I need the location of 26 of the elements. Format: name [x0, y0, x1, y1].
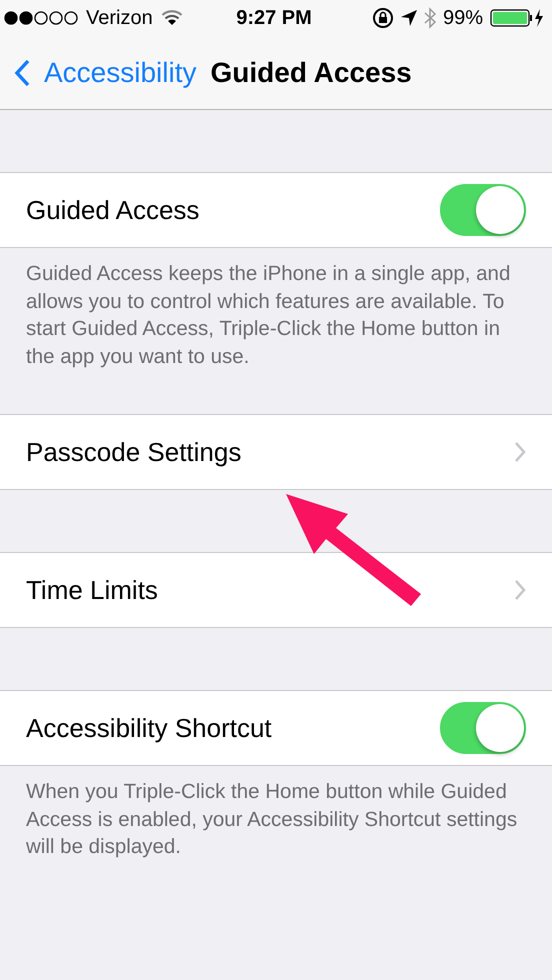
page-title: Guided Access: [210, 56, 412, 88]
battery-charging-icon: [490, 8, 544, 28]
row-label: Time Limits: [26, 574, 158, 606]
chevron-right-icon: [514, 579, 526, 601]
back-chevron-icon: [14, 58, 30, 86]
settings-row[interactable]: Guided Access: [0, 173, 552, 247]
wifi-icon: [160, 10, 183, 26]
chevron-right-icon: [514, 441, 526, 463]
rotation-lock-icon: [372, 7, 394, 29]
row-label: Accessibility Shortcut: [26, 712, 272, 744]
location-icon: [400, 10, 417, 26]
bluetooth-icon: [424, 7, 436, 29]
battery-percent: 99%: [442, 6, 483, 30]
status-time: 9:27 PM: [236, 6, 312, 30]
toggle-switch[interactable]: [440, 184, 526, 236]
footer-text: Guided Access keeps the iPhone in a single app, and allows you to control which features are available. To start Guided Access, Triple-Click the Home button in the app you want to use.: [26, 261, 512, 370]
back-button[interactable]: Accessibility: [14, 56, 196, 88]
row-label: Passcode Settings: [26, 436, 242, 468]
signal-icon: [4, 11, 78, 25]
settings-row[interactable]: Passcode Settings: [0, 415, 552, 489]
toggle-switch[interactable]: [440, 702, 526, 754]
settings-row[interactable]: Accessibility Shortcut: [0, 691, 552, 765]
row-label: Guided Access: [26, 194, 200, 226]
settings-row[interactable]: Time Limits: [0, 553, 552, 627]
footer-text: When you Triple-Click the Home button while Guided Access is enabled, your Accessibility Shortcut settings will be displayed.: [26, 779, 518, 860]
carrier-name: Verizon: [86, 6, 153, 30]
